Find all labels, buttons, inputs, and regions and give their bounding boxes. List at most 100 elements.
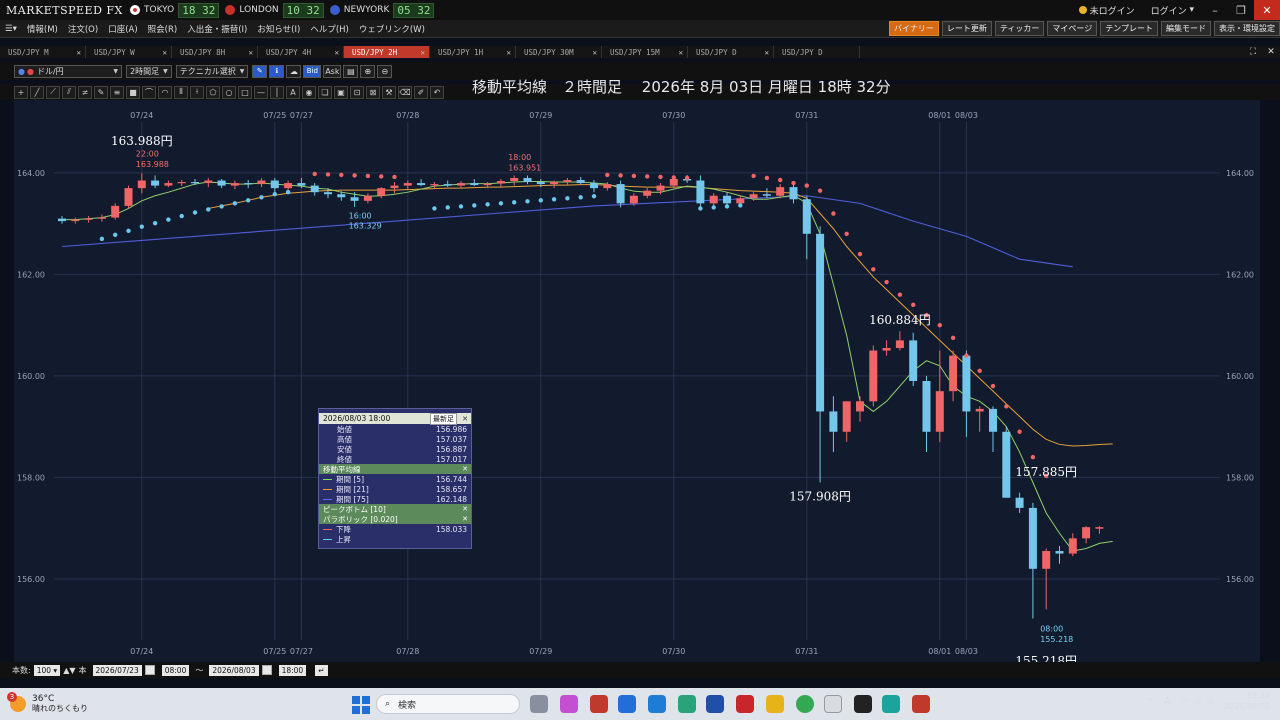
tab-close-icon[interactable]: ✕: [678, 48, 683, 57]
tab-usdjpy-d-2[interactable]: USD/JPY D: [774, 46, 860, 58]
channel-icon[interactable]: ⫽: [62, 85, 76, 99]
menu-notices[interactable]: お知らせ(I): [252, 23, 305, 35]
stock-app-icon[interactable]: [854, 695, 872, 713]
parallel-lines-icon[interactable]: ≠: [78, 85, 92, 99]
vertical-lines-icon[interactable]: ⦀: [174, 85, 188, 99]
trendline-icon[interactable]: ╱: [30, 85, 44, 99]
menu-inquiry[interactable]: 照会(R): [143, 23, 183, 35]
close-icon[interactable]: ✕: [462, 505, 468, 513]
pencil-icon[interactable]: ✎: [94, 85, 108, 99]
restore-icon[interactable]: ❐: [1228, 0, 1254, 20]
app-icon[interactable]: [824, 695, 842, 713]
tab-close-icon[interactable]: ✕: [506, 48, 511, 57]
close-icon[interactable]: ✕: [462, 415, 468, 423]
info-icon[interactable]: ℹ: [269, 64, 285, 78]
ime-icon[interactable]: A: [1164, 695, 1172, 708]
menu-hamburger-icon[interactable]: ☰▾: [0, 24, 22, 34]
close-icon[interactable]: ✕: [462, 465, 468, 473]
circle-icon[interactable]: ○: [222, 85, 236, 99]
wrench-icon[interactable]: ⚒: [382, 85, 396, 99]
end-time-field[interactable]: 18:00: [278, 664, 307, 676]
menu-account[interactable]: 口座(A): [103, 23, 142, 35]
ticker-button[interactable]: ティッカー: [994, 21, 1045, 36]
file-explorer-icon[interactable]: [766, 695, 784, 713]
menu-help[interactable]: ヘルプ(H): [305, 23, 354, 35]
lock-icon[interactable]: ⊡: [350, 85, 364, 99]
wifi-icon[interactable]: ◠: [1181, 697, 1188, 706]
outlook-icon[interactable]: [618, 695, 636, 713]
marketspeed-icon[interactable]: [590, 695, 608, 713]
start-time-field[interactable]: 08:00: [161, 664, 190, 676]
tab-close-icon[interactable]: ✕: [248, 48, 253, 57]
tab-usdjpy-m[interactable]: USD/JPY M ✕: [0, 46, 86, 58]
tab-usdjpy-30m[interactable]: USD/JPY 30M ✕: [516, 46, 602, 58]
task-view-icon[interactable]: [530, 695, 548, 713]
zoom-in-icon[interactable]: ⊕: [360, 64, 376, 78]
mypage-button[interactable]: マイページ: [1047, 21, 1098, 36]
template-button[interactable]: テンプレート: [1100, 21, 1158, 36]
technical-select[interactable]: テクニカル選択 ▼: [175, 64, 249, 78]
undo-icon[interactable]: ↶: [430, 85, 444, 99]
close-icon[interactable]: ✕: [462, 515, 468, 523]
browser-icon[interactable]: [882, 695, 900, 713]
delete-icon[interactable]: ⊠: [366, 85, 380, 99]
tab-usdjpy-2h[interactable]: USD/JPY 2H ✕: [344, 46, 430, 58]
tab-close-icon[interactable]: ✕: [764, 48, 769, 57]
ask-button[interactable]: Ask: [323, 64, 342, 78]
dell-icon[interactable]: [706, 695, 724, 713]
weather-widget[interactable]: 3 36°C 晴れのちくもり: [7, 692, 130, 714]
currency-select[interactable]: ● ● ドル/円 ▼: [14, 64, 122, 78]
marketspeed-fx-icon[interactable]: [912, 695, 930, 713]
close-icon[interactable]: ✕: [1254, 0, 1280, 20]
speaker-icon[interactable]: ◁: [1194, 697, 1200, 706]
fibonacci-arc-icon[interactable]: ◠: [158, 85, 172, 99]
binary-button[interactable]: バイナリー: [889, 21, 939, 36]
tab-close-icon[interactable]: ✕: [162, 48, 167, 57]
tab-usdjpy-w[interactable]: USD/JPY W ✕: [86, 46, 172, 58]
minimize-icon[interactable]: –: [1202, 0, 1228, 20]
menu-deposit[interactable]: 入出金・振替(I): [182, 23, 252, 35]
latest-bar-button[interactable]: 最新足: [430, 412, 457, 425]
gann-fan-icon[interactable]: ⟊: [190, 85, 204, 99]
battery-icon[interactable]: ▭: [1206, 697, 1214, 706]
cloud-icon[interactable]: ☁: [286, 64, 302, 78]
arc-icon[interactable]: ⌒: [142, 85, 156, 99]
tab-usdjpy-1h[interactable]: USD/JPY 1H ✕: [430, 46, 516, 58]
windows-start-icon[interactable]: [352, 696, 370, 714]
edit-mode-button[interactable]: 編集モード: [1161, 21, 1211, 36]
tab-usdjpy-8h[interactable]: USD/JPY 8H ✕: [172, 46, 258, 58]
rectangle-fill-icon[interactable]: ■: [126, 85, 140, 99]
tab-usdjpy-d[interactable]: USD/JPY D ✕: [688, 46, 774, 58]
tab-close-icon[interactable]: ✕: [592, 48, 597, 57]
chrome-icon[interactable]: [796, 695, 814, 713]
calendar-icon[interactable]: [261, 665, 272, 675]
count-stepper-icon[interactable]: ▲▼: [63, 666, 75, 675]
calendar-icon[interactable]: [144, 665, 155, 675]
rectangle-icon[interactable]: □: [238, 85, 252, 99]
bar-count-select[interactable]: 100 ▾: [33, 664, 61, 676]
end-date-field[interactable]: 2026/08/03: [209, 664, 259, 676]
tab-usdjpy-4h[interactable]: USD/JPY 4H ✕: [258, 46, 344, 58]
chart-type-icon[interactable]: ▤: [343, 64, 359, 78]
maximize-chart-icon[interactable]: ⛶: [1244, 46, 1262, 58]
zoom-out-icon[interactable]: ⊖: [377, 64, 393, 78]
rate-update-button[interactable]: レート更新: [941, 21, 992, 36]
interval-select[interactable]: 2時間足 ▼: [126, 64, 172, 78]
tab-close-icon[interactable]: ✕: [334, 48, 339, 57]
menu-info[interactable]: 情報(M): [22, 23, 63, 35]
camera-icon[interactable]: ◉: [302, 85, 316, 99]
start-date-field[interactable]: 2026/07/23: [92, 664, 142, 676]
text-icon[interactable]: A: [286, 85, 300, 99]
login-button[interactable]: ログイン ▾: [1143, 4, 1202, 17]
mail-icon[interactable]: [648, 695, 666, 713]
system-clock[interactable]: 18:32 2026/08/03: [1224, 690, 1270, 712]
copilot-icon[interactable]: [560, 695, 578, 713]
tab-usdjpy-15m[interactable]: USD/JPY 15M ✕: [602, 46, 688, 58]
vertical-line-icon[interactable]: │: [270, 85, 284, 99]
paste-icon[interactable]: ▣: [334, 85, 348, 99]
taskbar-search[interactable]: ⌕ 検索: [376, 694, 520, 714]
horizontal-line-icon[interactable]: —: [254, 85, 268, 99]
eraser-icon[interactable]: ⌫: [398, 85, 412, 99]
candlestick-chart[interactable]: 156.00 156.00 158.00 158.00 160.00 160.00 162.…: [14, 100, 1260, 662]
tab-close-icon[interactable]: ✕: [420, 48, 425, 57]
